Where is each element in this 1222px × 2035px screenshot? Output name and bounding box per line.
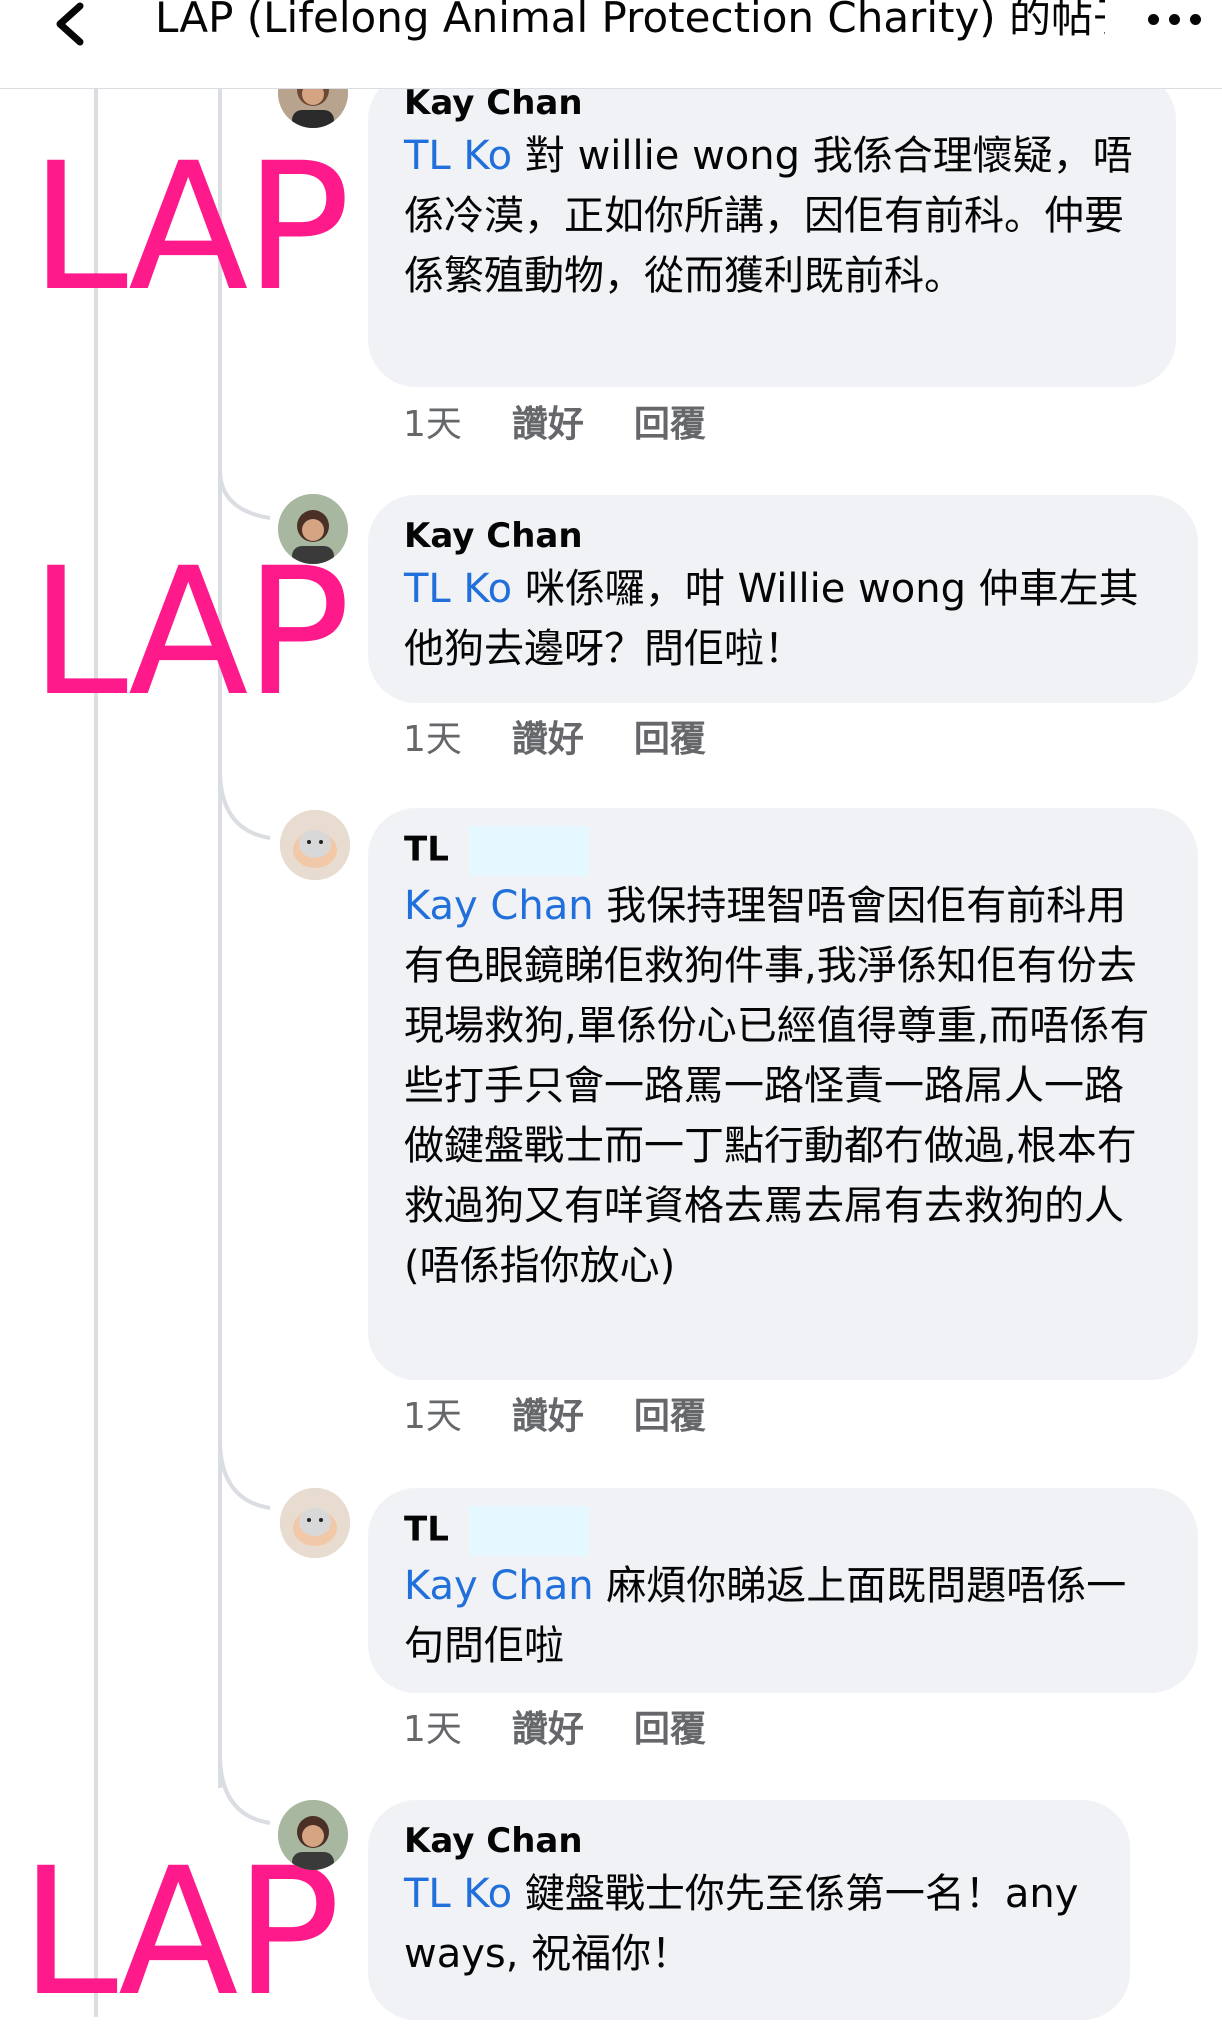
comment-actions: 1天 讚好 回覆 [403,1395,756,1439]
more-options-button[interactable] [1140,2,1210,38]
mention-link[interactable]: Kay Chan [404,1563,594,1609]
like-button[interactable]: 讚好 [512,404,584,445]
comment-bubble: Kay Chan TL Ko 鍵盤戰士你先至係第一名！anyways, 祝福你！ [368,1800,1130,2020]
reply-button[interactable]: 回覆 [634,404,706,445]
comment-bubble: Kay Chan TL Ko 對 willie wong 我係合理懷疑，唔係冷漠… [368,72,1176,387]
reply-button[interactable]: 回覆 [634,1396,706,1437]
reply-button[interactable]: 回覆 [634,1709,706,1750]
comment-author: TL [404,826,1162,876]
comment-text: TL Ko 咪係囉，咁 Willie wong 仲車左其他狗去邊呀？問佢啦！ [404,559,1162,679]
avatar[interactable] [280,810,350,880]
comment-bubble: TL Kay Chan 我保持理智唔會因佢有前科用有色眼鏡睇佢救狗件事,我淨係知… [368,808,1198,1380]
watermark-lap: LAP [20,1830,341,2035]
redacted-box [468,826,589,876]
comment-author[interactable]: Kay Chan [404,1818,1094,1864]
comment-time: 1天 [403,719,462,760]
redacted-box [468,1506,589,1556]
back-button[interactable] [50,0,90,60]
thread-line-inner [218,88,222,1788]
comment-author[interactable]: Kay Chan [404,513,1162,559]
avatar[interactable] [280,1488,350,1558]
comment-time: 1天 [403,404,462,445]
comment-body: 對 willie wong 我係合理懷疑，唔係冷漠，正如你所講，因佢有前科。仲要… [404,133,1133,299]
comment-actions: 1天 讚好 回覆 [403,718,756,762]
avatar-hamster-icon [280,810,350,880]
comment-bubble: TL Kay Chan 麻煩你睇返上面既問題唔係一句問佢啦 [368,1488,1198,1693]
comment-actions: 1天 讚好 回覆 [403,403,756,447]
author-name[interactable]: TL [404,830,449,870]
like-button[interactable]: 讚好 [512,719,584,760]
comment-actions: 1天 讚好 回覆 [403,1708,756,1752]
comment-text: Kay Chan 我保持理智唔會因佢有前科用有色眼鏡睇佢救狗件事,我淨係知佢有份… [404,876,1162,1296]
like-button[interactable]: 讚好 [512,1709,584,1750]
comment-text: TL Ko 對 willie wong 我係合理懷疑，唔係冷漠，正如你所講，因佢… [404,126,1140,306]
more-dot-icon [1169,14,1180,25]
comment-text: TL Ko 鍵盤戰士你先至係第一名！anyways, 祝福你！ [404,1864,1094,1984]
mention-link[interactable]: TL Ko [404,133,512,179]
thread-line-outer [94,88,98,2017]
reply-button[interactable]: 回覆 [634,719,706,760]
avatar-woman-icon [278,494,348,564]
avatar[interactable] [278,1800,348,1870]
comment-time: 1天 [403,1709,462,1750]
comment-author: TL [404,1506,1162,1556]
like-button[interactable]: 讚好 [512,1396,584,1437]
mention-link[interactable]: Kay Chan [404,883,594,929]
thread-connector [218,770,271,840]
mention-link[interactable]: TL Ko [404,566,512,612]
more-dot-icon [1190,14,1201,25]
thread-connector [218,470,271,520]
watermark-lap: LAP [30,530,351,735]
comment-text: Kay Chan 麻煩你睇返上面既問題唔係一句問佢啦 [404,1556,1162,1676]
watermark-lap: LAP [30,125,351,330]
chevron-left-icon [56,2,84,46]
comment-time: 1天 [403,1396,462,1437]
avatar-hamster-icon [280,1488,350,1558]
more-dot-icon [1148,14,1159,25]
comment-bubble: Kay Chan TL Ko 咪係囉，咁 Willie wong 仲車左其他狗去… [368,495,1198,703]
comment-body: 我保持理智唔會因佢有前科用有色眼鏡睇佢救狗件事,我淨係知佢有份去現場救狗,單係份… [404,883,1150,1289]
thread-connector [218,1755,271,1825]
top-nav-bar: LAP (Lifelong Animal Protection Charity)… [0,0,1222,89]
avatar-woman-icon [278,1800,348,1870]
page-title: LAP (Lifelong Animal Protection Charity)… [155,0,1105,42]
comment-body: 咪係囉，咁 Willie wong 仲車左其他狗去邊呀？問佢啦！ [404,566,1139,672]
thread-connector [218,1440,271,1510]
author-name[interactable]: TL [404,1510,449,1550]
mention-link[interactable]: TL Ko [404,1871,512,1917]
avatar[interactable] [278,494,348,564]
